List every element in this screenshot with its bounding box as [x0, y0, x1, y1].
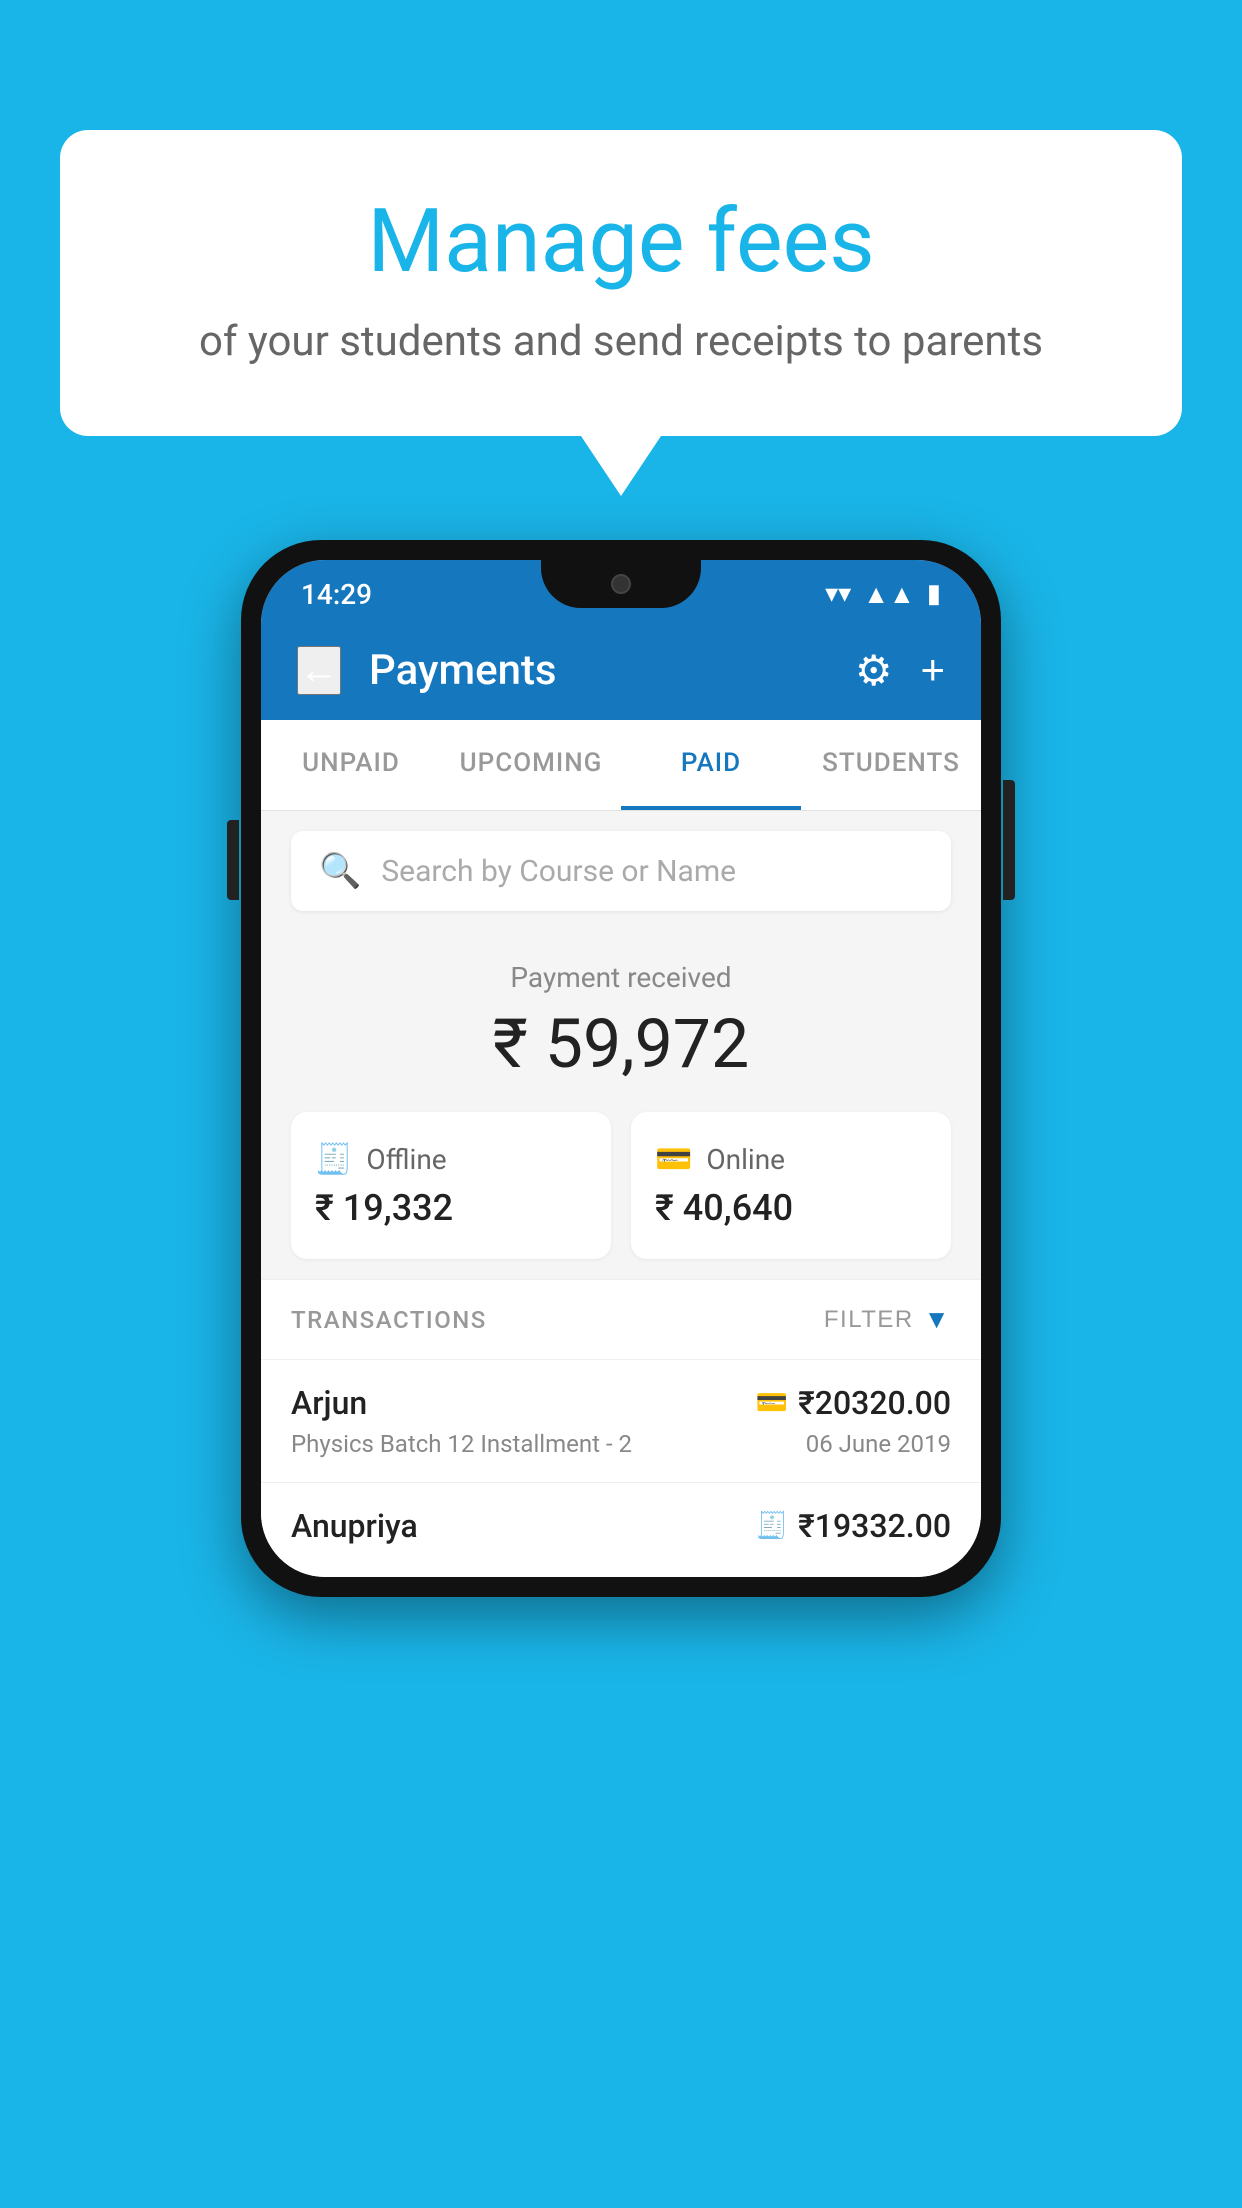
payment-received-label: Payment received [291, 961, 951, 994]
tab-paid[interactable]: PAID [621, 720, 801, 810]
transactions-header: TRANSACTIONS FILTER ▼ [261, 1279, 981, 1359]
page-title: Payments [369, 646, 827, 695]
status-icons-group: ▾▾ ▲▲ ▮ [825, 579, 941, 610]
online-payment-card: 💳 Online ₹ 40,640 [631, 1112, 951, 1259]
transaction-name-2: Anupriya [291, 1507, 418, 1545]
transactions-label: TRANSACTIONS [291, 1306, 487, 1334]
transaction-payment-icon: 💳 [756, 1388, 788, 1418]
phone-outer-frame: 14:29 ▾▾ ▲▲ ▮ ← Payments ⚙ + UNPAID UP [241, 540, 1001, 1597]
offline-card-header: 🧾 Offline [315, 1142, 447, 1177]
camera-lens [611, 574, 631, 594]
search-section: 🔍 Search by Course or Name [261, 811, 981, 931]
transaction-row-anupriya[interactable]: Anupriya 🧾 ₹19332.00 [261, 1482, 981, 1577]
transaction-amount: ₹20320.00 [798, 1384, 951, 1422]
phone-notch [541, 560, 701, 608]
header-action-icons: ⚙ + [855, 646, 945, 695]
signal-icon: ▲▲ [863, 579, 914, 610]
transaction-amount-2: ₹19332.00 [798, 1507, 951, 1545]
wifi-icon: ▾▾ [825, 579, 851, 609]
payment-summary: Payment received ₹ 59,972 🧾 Offline ₹ 19… [261, 931, 981, 1279]
payment-cards-row: 🧾 Offline ₹ 19,332 💳 Online ₹ 40,640 [291, 1112, 951, 1259]
status-time: 14:29 [301, 578, 372, 611]
search-placeholder: Search by Course or Name [381, 854, 736, 889]
back-button[interactable]: ← [297, 646, 341, 695]
offline-payment-card: 🧾 Offline ₹ 19,332 [291, 1112, 611, 1259]
battery-icon: ▮ [927, 579, 941, 609]
tabs-bar: UNPAID UPCOMING PAID STUDENTS [261, 720, 981, 811]
transaction-amount-wrap-2: 🧾 ₹19332.00 [756, 1507, 951, 1545]
tab-upcoming[interactable]: UPCOMING [441, 720, 621, 810]
online-card-header: 💳 Online [655, 1142, 785, 1177]
app-header: ← Payments ⚙ + [261, 620, 981, 720]
bubble-title: Manage fees [140, 190, 1102, 293]
phone-device: 14:29 ▾▾ ▲▲ ▮ ← Payments ⚙ + UNPAID UP [241, 540, 1001, 1597]
speech-bubble-container: Manage fees of your students and send re… [60, 130, 1182, 496]
bubble-subtitle: of your students and send receipts to pa… [140, 317, 1102, 366]
transaction-row-arjun[interactable]: Arjun 💳 ₹20320.00 Physics Batch 12 Insta… [261, 1359, 981, 1482]
tab-unpaid[interactable]: UNPAID [261, 720, 441, 810]
transaction-course: Physics Batch 12 Installment - 2 [291, 1430, 632, 1458]
filter-icon: ▼ [924, 1304, 951, 1335]
transaction-date: 06 June 2019 [806, 1430, 951, 1458]
search-bar[interactable]: 🔍 Search by Course or Name [291, 831, 951, 911]
transaction-top: Arjun 💳 ₹20320.00 [291, 1384, 951, 1422]
offline-icon: 🧾 [315, 1142, 352, 1177]
online-label: Online [706, 1143, 785, 1176]
online-amount: ₹ 40,640 [655, 1187, 793, 1229]
bubble-tail [581, 436, 661, 496]
speech-bubble: Manage fees of your students and send re… [60, 130, 1182, 436]
transaction-top-2: Anupriya 🧾 ₹19332.00 [291, 1507, 951, 1545]
phone-screen: 14:29 ▾▾ ▲▲ ▮ ← Payments ⚙ + UNPAID UP [261, 560, 981, 1577]
transaction-name: Arjun [291, 1384, 367, 1422]
tab-students[interactable]: STUDENTS [801, 720, 981, 810]
offline-label: Offline [366, 1143, 446, 1176]
transaction-bottom: Physics Batch 12 Installment - 2 06 June… [291, 1430, 951, 1458]
filter-label: FILTER [824, 1306, 914, 1334]
total-payment-amount: ₹ 59,972 [291, 1004, 951, 1084]
settings-button[interactable]: ⚙ [855, 646, 893, 695]
transaction-payment-icon-2: 🧾 [756, 1511, 788, 1541]
filter-button[interactable]: FILTER ▼ [824, 1304, 951, 1335]
offline-amount: ₹ 19,332 [315, 1187, 453, 1229]
add-button[interactable]: + [920, 646, 945, 694]
online-icon: 💳 [655, 1142, 692, 1177]
transaction-amount-wrap: 💳 ₹20320.00 [756, 1384, 951, 1422]
search-icon: 🔍 [319, 851, 361, 891]
